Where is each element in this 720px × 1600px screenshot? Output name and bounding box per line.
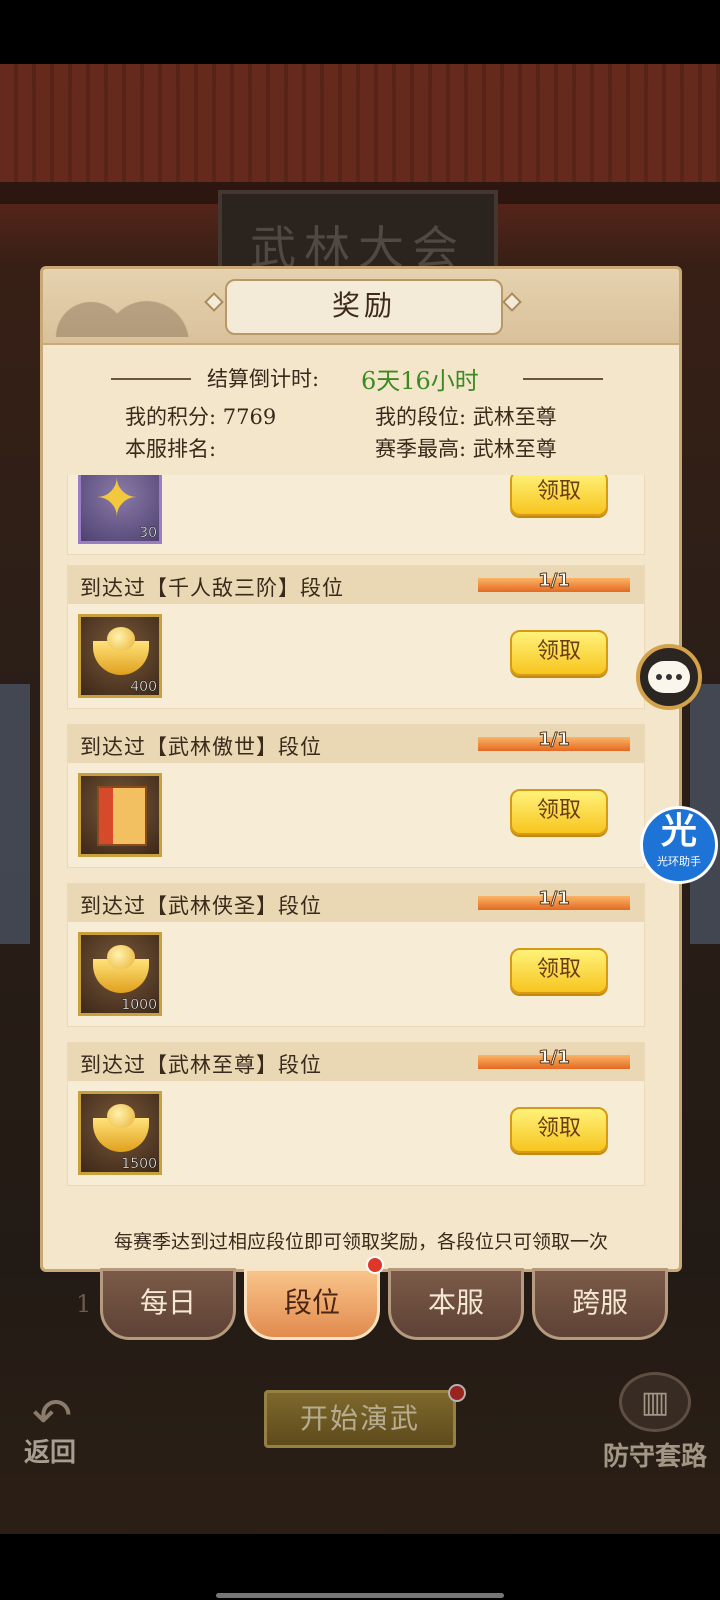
progress-text: 1/1 [538,1047,571,1069]
reward-title: 到达过【武林侠圣】段位 [80,894,322,918]
notification-dot [366,1256,384,1274]
gold-ingot-top [107,1104,135,1128]
side-decoration-left [0,684,30,944]
tab-cross-server[interactable]: 跨服 [532,1268,668,1340]
reward-footnote: 每赛季达到过相应段位即可领取奖励，各段位只可领取一次 [113,1231,608,1253]
reward-card: 到达过【千人敌三阶】段位 1/1 400 领取 [67,565,645,709]
countdown-label: 结算倒计时: [207,367,320,391]
card-header: 到达过【武林傲世】段位 1/1 [68,725,644,763]
treasure-chest-icon [97,786,147,846]
rank-number: 1 [76,1290,92,1318]
reward-list[interactable]: ✦ 30 领取 到达过【千人敌三阶】段位 1/1 400 领取 到达过【武林傲世… [67,475,645,1191]
mountain-decoration [49,277,189,337]
diamond-ornament-icon [204,292,224,312]
back-button[interactable]: ↶ 返回 [24,1388,94,1468]
bottom-tabs: 每日 段位 本服 跨服 [100,1256,680,1344]
countdown-value: 6天16小时 [361,367,479,395]
item-count: 30 [139,525,157,541]
season-best: 赛季最高: 武林至尊 [375,437,557,461]
progress-text: 1/1 [538,729,571,751]
my-rank-level: 我的段位: 武林至尊 [375,405,557,429]
reward-title: 到达过【武林至尊】段位 [80,1053,322,1077]
diamond-ornament-icon [502,292,522,312]
claim-button[interactable]: 领取 [510,948,608,994]
reward-panel: 奖励 结算倒计时: 6天16小时 我的积分: 7769 我的段位: 武林至尊 本… [40,266,682,1272]
card-header: 到达过【千人敌三阶】段位 1/1 [68,566,644,604]
tab-daily[interactable]: 每日 [100,1268,236,1340]
notification-dot [448,1384,466,1402]
gold-ingot-item[interactable]: 1500 [78,1091,162,1175]
my-score: 我的积分: 7769 [125,405,277,429]
helper-assistant-icon[interactable]: 光 光环助手 [640,806,718,884]
star-shard-item[interactable]: ✦ 30 [78,475,162,544]
divider-line [111,378,191,380]
chat-bubble-icon[interactable] [636,644,702,710]
defense-routine-button[interactable]: ▥ 防守套路 [600,1372,710,1472]
panel-header: 奖励 [43,269,679,345]
tab-rank[interactable]: 段位 [244,1268,380,1340]
divider-line [523,378,603,380]
panel-title: 奖励 [225,279,503,335]
claim-button[interactable]: 领取 [510,475,608,516]
back-label: 返回 [24,1438,77,1468]
reward-title: 到达过【千人敌三阶】段位 [80,576,344,600]
gold-ingot-top [107,627,135,651]
reward-card: 到达过【武林侠圣】段位 1/1 1000 领取 [67,883,645,1027]
progress-text: 1/1 [538,570,571,592]
reward-card: ✦ 30 领取 [67,475,645,555]
countdown-row: 结算倒计时: 6天16小时 [43,361,679,397]
book-icon: ▥ [619,1372,691,1432]
card-header: 到达过【武林至尊】段位 1/1 [68,1043,644,1081]
status-bar [0,0,720,64]
claim-button[interactable]: 领取 [510,789,608,835]
card-header: 到达过【武林侠圣】段位 1/1 [68,884,644,922]
claim-button[interactable]: 领取 [510,1107,608,1153]
gold-ingot-item[interactable]: 1000 [78,932,162,1016]
reward-title: 到达过【武林傲世】段位 [80,735,322,759]
helper-label: 光环助手 [657,855,701,868]
helper-glyph: 光 [660,811,697,852]
star-icon: ✦ [95,475,139,529]
treasure-chest-item[interactable] [78,773,162,857]
reward-card: 到达过【武林至尊】段位 1/1 1500 领取 [67,1042,645,1186]
start-training-button[interactable]: 开始演武 [264,1390,456,1448]
gold-ingot-top [107,945,135,969]
item-count: 1000 [121,997,157,1013]
progress-text: 1/1 [538,888,571,910]
gold-ingot-item[interactable]: 400 [78,614,162,698]
item-count: 400 [130,679,157,695]
reward-card: 到达过【武林傲世】段位 1/1 领取 [67,724,645,868]
server-rank: 本服排名: [125,437,217,461]
claim-button[interactable]: 领取 [510,630,608,676]
tab-server[interactable]: 本服 [388,1268,524,1340]
roof-decoration [0,64,720,194]
home-indicator[interactable] [216,1593,504,1598]
item-count: 1500 [121,1156,157,1172]
defense-label: 防守套路 [602,1442,707,1472]
